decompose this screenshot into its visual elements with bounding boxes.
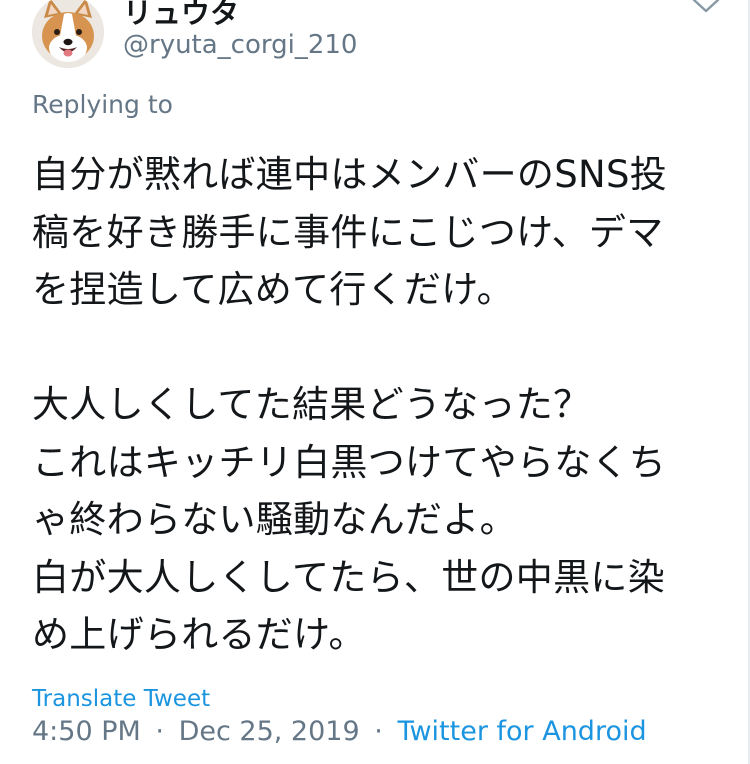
replying-to-label: Replying to — [32, 90, 173, 119]
tweet-text-line: ゃ終わらない騒動なんだよ。 — [32, 498, 517, 541]
author-handle[interactable]: @ryuta_corgi_210 — [123, 30, 357, 60]
meta-separator: · — [155, 716, 164, 747]
tweet-text-line: を捏造して広めて行くだけ。 — [32, 268, 514, 311]
tweet-date[interactable]: Dec 25, 2019 — [179, 716, 360, 747]
tweet-text-line: 大人しくしてた結果どうなった？ — [32, 383, 591, 426]
translate-tweet-link[interactable]: Translate Tweet — [32, 686, 210, 712]
tweet-source-link[interactable]: Twitter for Android — [397, 716, 646, 747]
tweet-metadata: 4:50 PM · Dec 25, 2019 · Twitter for And… — [32, 716, 647, 747]
tweet-text: 自分が黙れば連中はメンバーのSNS投 稿を好き勝手に事件にこじつけ、デマ を捏造… — [32, 146, 722, 664]
tweet-text-line — [32, 319, 722, 377]
avatar[interactable] — [32, 0, 104, 68]
chevron-down-icon — [692, 0, 720, 13]
tweet-text-line: 自分が黙れば連中はメンバーのSNS投 — [32, 153, 668, 196]
tweet-text-line: これはキッチリ白黒つけてやらなくち — [32, 440, 667, 484]
corgi-avatar-image — [32, 0, 104, 68]
tweet-text-line: め上げられるだけ。 — [32, 613, 366, 656]
author-display-name[interactable]: リュウタ — [123, 0, 239, 32]
tweet-text-line: 稿を好き勝手に事件にこじつけ、デマ — [32, 210, 664, 254]
meta-separator: · — [374, 716, 383, 747]
tweet-time[interactable]: 4:50 PM — [32, 716, 141, 747]
tweet-menu-button[interactable] — [690, 0, 722, 18]
tweet-text-line: 白が大人しくしてたら、世の中黒に染 — [32, 555, 665, 599]
